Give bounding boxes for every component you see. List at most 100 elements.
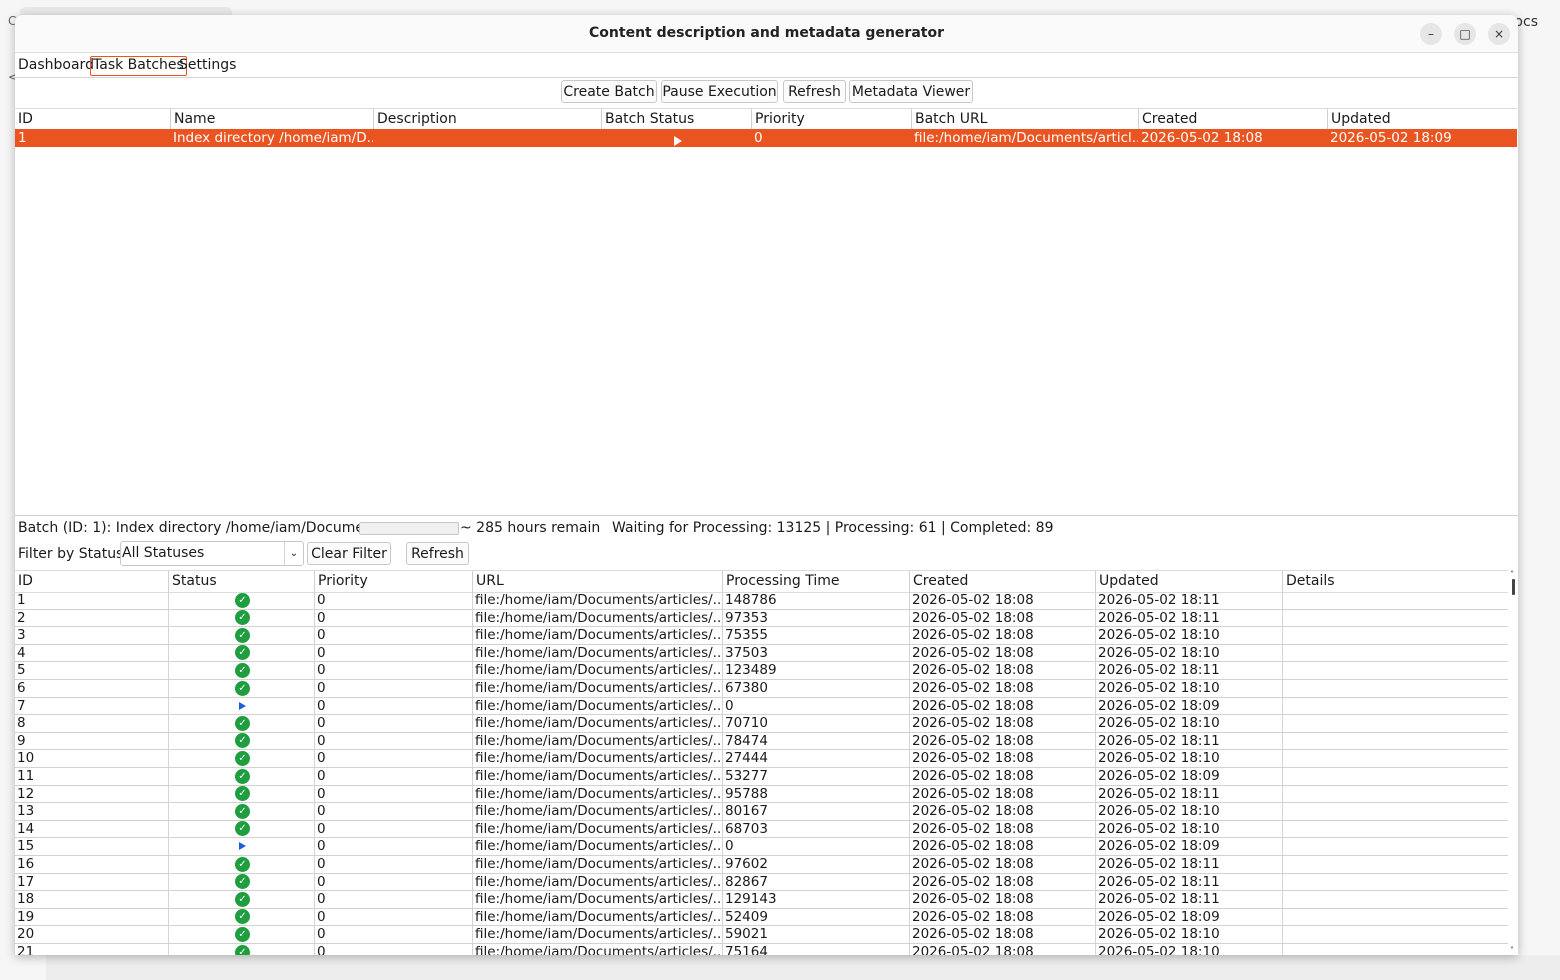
task-cell-id: 7 <box>17 697 26 714</box>
table-row[interactable]: 2 ✓ 0 file:/home/iam/Documents/articles/...… <box>15 609 1508 628</box>
task-cell-url: file:/home/iam/Documents/articles/... <box>472 750 722 768</box>
status-filter-select[interactable]: All Statuses ⌄ <box>120 541 304 566</box>
task-cell-time: 75355 <box>722 627 909 645</box>
task-cell-id: 21 <box>17 944 35 955</box>
check-circle-icon: ✓ <box>235 662 250 678</box>
task-cell-priority: 0 <box>314 732 472 750</box>
table-row[interactable]: 4 ✓ 0 file:/home/iam/Documents/articles/...… <box>15 644 1508 663</box>
clear-filter-button[interactable]: Clear Filter <box>307 542 391 565</box>
tab-task-batches[interactable]: Task Batches <box>90 56 187 76</box>
maximize-button[interactable]: □ <box>1454 23 1476 45</box>
minimize-button[interactable]: – <box>1420 23 1442 45</box>
batches-col-header[interactable]: Updated <box>1327 109 1517 130</box>
task-cell-url: file:/home/iam/Documents/articles/... <box>472 926 722 944</box>
chevron-down-icon[interactable]: ⌄ <box>284 542 303 565</box>
table-row[interactable]: 19 ✓ 0 file:/home/iam/Documents/articles/..… <box>15 908 1508 927</box>
table-row[interactable]: 9 ✓ 0 file:/home/iam/Documents/articles/...… <box>15 732 1508 751</box>
close-button[interactable]: × <box>1488 23 1510 45</box>
tab-settings[interactable]: Settings <box>177 56 238 74</box>
task-cell-created: 2026-05-02 18:08 <box>909 680 1095 697</box>
tab-dashboard[interactable]: Dashboard <box>16 56 96 74</box>
task-cell-url: file:/home/iam/Documents/articles/... <box>472 873 722 891</box>
refresh-tasks-button[interactable]: Refresh <box>406 542 469 565</box>
task-cell-id: 14 <box>17 820 35 837</box>
task-cell-url: file:/home/iam/Documents/articles/... <box>472 715 722 733</box>
batches-col-header[interactable]: Batch URL <box>911 109 1138 130</box>
check-circle-icon: ✓ <box>235 803 250 819</box>
batch-row-selected[interactable]: 1 Index directory /home/iam/D... 0 file:/ho… <box>15 129 1517 147</box>
create-batch-button[interactable]: Create Batch <box>561 80 657 103</box>
table-row[interactable]: 20 ✓ 0 file:/home/iam/Documents/articles/..… <box>15 926 1508 944</box>
pause-execution-button[interactable]: Pause Execution <box>661 80 778 103</box>
task-cell-created: 2026-05-02 18:08 <box>909 785 1095 803</box>
tasks-col-header[interactable]: Status <box>168 571 314 592</box>
table-row[interactable]: 16 ✓ 0 file:/home/iam/Documents/articles/..… <box>15 856 1508 874</box>
table-row[interactable]: 18 ✓ 0 file:/home/iam/Documents/articles/..… <box>15 891 1508 909</box>
status-filter-value: All Statuses <box>122 545 205 561</box>
table-row[interactable]: 5 ✓ 0 file:/home/iam/Documents/articles/...… <box>15 662 1508 680</box>
batches-col-header[interactable]: Description <box>373 109 601 130</box>
batches-col-header[interactable]: Created <box>1138 109 1327 130</box>
tasks-col-header[interactable]: Updated <box>1095 571 1282 592</box>
task-cell-url: file:/home/iam/Documents/articles/... <box>472 856 722 873</box>
tasks-scrollbar[interactable]: ˄ ˅ <box>1509 571 1518 955</box>
tasks-col-header[interactable]: ID <box>15 571 168 592</box>
task-cell-priority: 0 <box>314 873 472 891</box>
task-cell-priority: 0 <box>314 803 472 821</box>
batches-col-header[interactable]: ID <box>15 109 170 130</box>
task-cell-time: 0 <box>722 697 909 715</box>
task-cell-id: 16 <box>17 856 35 872</box>
task-cell-details <box>1282 908 1508 926</box>
check-circle-icon: ✓ <box>235 680 250 696</box>
filter-label: Filter by Status: <box>18 546 129 562</box>
task-cell-created: 2026-05-02 18:08 <box>909 627 1095 645</box>
tasks-col-header[interactable]: Priority <box>314 571 472 592</box>
task-cell-created: 2026-05-02 18:08 <box>909 644 1095 662</box>
table-row[interactable]: 12 ✓ 0 file:/home/iam/Documents/articles/..… <box>15 785 1508 804</box>
table-row[interactable]: 8 ✓ 0 file:/home/iam/Documents/articles/...… <box>15 715 1508 733</box>
table-row[interactable]: 3 ✓ 0 file:/home/iam/Documents/articles/...… <box>15 627 1508 645</box>
task-cell-time: 59021 <box>722 926 909 944</box>
task-cell-url: file:/home/iam/Documents/articles/... <box>472 732 722 750</box>
table-row[interactable]: 14 ✓ 0 file:/home/iam/Documents/articles/..… <box>15 820 1508 839</box>
check-circle-icon: ✓ <box>235 715 250 731</box>
table-row[interactable]: 6 ✓ 0 file:/home/iam/Documents/articles/...… <box>15 680 1508 698</box>
table-row[interactable]: 1 ✓ 0 file:/home/iam/Documents/articles/...… <box>15 592 1508 610</box>
scroll-down-icon[interactable]: ˅ <box>1510 947 1514 955</box>
metadata-viewer-button[interactable]: Metadata Viewer <box>849 80 973 103</box>
tasks-col-header[interactable]: Processing Time <box>722 571 909 592</box>
tasks-col-header[interactable]: Created <box>909 571 1095 592</box>
scroll-up-icon[interactable]: ˄ <box>1510 571 1514 579</box>
table-row[interactable]: 13 ✓ 0 file:/home/iam/Documents/articles/..… <box>15 803 1508 821</box>
tasks-col-header[interactable]: Details <box>1282 571 1508 592</box>
task-status-cell: ✓ <box>168 644 314 662</box>
batch-cell-updated: 2026-05-02 18:09 <box>1330 130 1452 146</box>
tasks-col-header[interactable]: URL <box>472 571 722 592</box>
table-row[interactable]: 15 0 file:/home/iam/Documents/articles/...… <box>15 838 1508 856</box>
task-cell-created: 2026-05-02 18:08 <box>909 820 1095 838</box>
table-row[interactable]: 10 ✓ 0 file:/home/iam/Documents/articles/..… <box>15 750 1508 768</box>
table-row[interactable]: 11 ✓ 0 file:/home/iam/Documents/articles/..… <box>15 768 1508 786</box>
task-cell-created: 2026-05-02 18:08 <box>909 891 1095 909</box>
task-cell-details <box>1282 697 1508 715</box>
refresh-batches-button[interactable]: Refresh <box>783 80 846 103</box>
scrollbar-thumb[interactable] <box>1512 579 1515 595</box>
panel-splitter[interactable] <box>15 515 1518 516</box>
table-row[interactable]: 21 ✓ 0 file:/home/iam/Documents/articles/..… <box>15 944 1508 955</box>
batches-col-header[interactable]: Name <box>170 109 373 130</box>
table-row[interactable]: 7 0 file:/home/iam/Documents/articles/... 0… <box>15 697 1508 716</box>
task-status-cell: ✓ <box>168 609 314 627</box>
check-circle-icon: ✓ <box>235 786 250 802</box>
batches-col-header[interactable]: Batch Status <box>601 109 751 130</box>
batch-status-label: Batch (ID: 1): Index directory /home/iam… <box>18 520 378 536</box>
task-cell-created: 2026-05-02 18:08 <box>909 609 1095 627</box>
task-cell-created: 2026-05-02 18:08 <box>909 662 1095 680</box>
table-row[interactable]: 17 ✓ 0 file:/home/iam/Documents/articles/..… <box>15 873 1508 892</box>
task-cell-updated: 2026-05-02 18:11 <box>1095 609 1282 627</box>
task-status-cell: ✓ <box>168 662 314 680</box>
check-circle-icon: ✓ <box>235 610 250 626</box>
task-status-cell: ✓ <box>168 627 314 645</box>
check-circle-icon: ✓ <box>235 768 250 784</box>
batches-col-header[interactable]: Priority <box>751 109 911 130</box>
task-cell-priority: 0 <box>314 856 472 873</box>
